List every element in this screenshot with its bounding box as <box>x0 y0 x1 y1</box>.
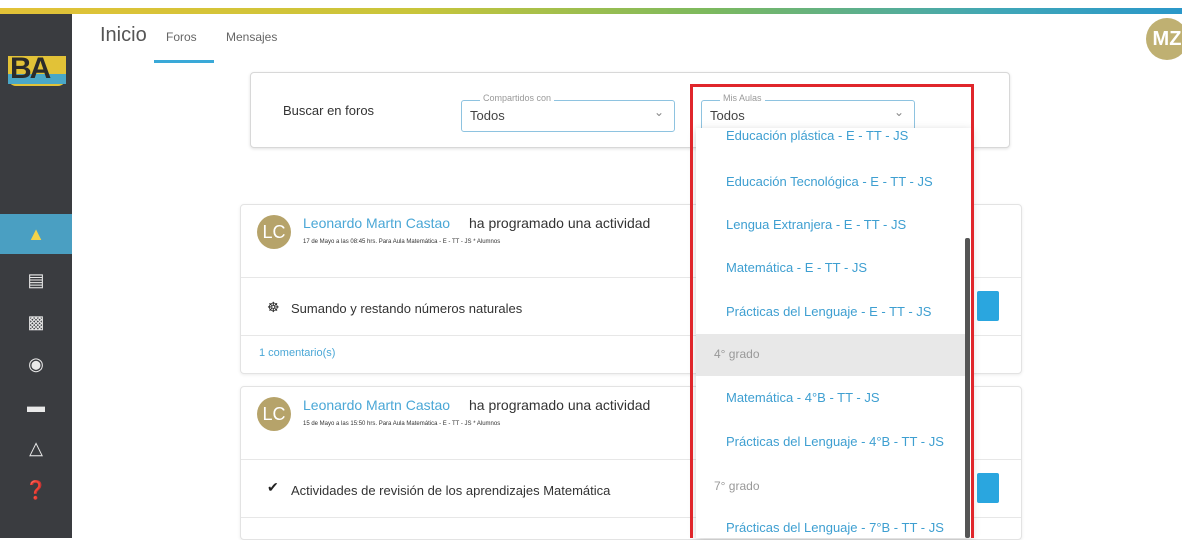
author-name-link[interactable]: Leonardo Martn Castao <box>303 397 450 413</box>
active-tab-indicator <box>154 60 214 63</box>
author-name-link[interactable]: Leonardo Martn Castao <box>303 215 450 231</box>
sidebar-item-users[interactable]: △ <box>0 428 72 468</box>
notebook-icon: ▩ <box>27 311 45 332</box>
activity-title[interactable]: Sumando y restando números naturales <box>291 301 522 316</box>
post-meta: 15 de Mayo a las 15:50 hrs. Para Aula Ma… <box>303 421 501 427</box>
sidebar-item-storage[interactable]: ◉ <box>0 344 72 384</box>
activity-icon: ☸ <box>267 299 280 315</box>
view-activity-button[interactable] <box>977 473 999 503</box>
help-icon: ❓ <box>24 479 48 500</box>
sidebar-item-computer[interactable]: ▬ <box>0 386 72 426</box>
page-title[interactable]: Inicio <box>100 24 147 47</box>
sidebar: BA ▲ ▤ ▩ ◉ ▬ △ ❓ <box>0 14 72 538</box>
logo-text: BA <box>10 52 51 85</box>
shared-with-legend: Compartidos con <box>480 93 555 103</box>
chevron-down-icon: ⌄ <box>653 105 664 119</box>
calendar-icon: ▤ <box>27 269 45 290</box>
home-icon: ▲ <box>27 223 45 244</box>
tab-foros[interactable]: Foros <box>166 30 197 44</box>
comments-link[interactable]: 1 comentario(s) <box>259 347 335 359</box>
search-label: Buscar en foros <box>283 103 375 118</box>
post-meta: 17 de Mayo a las 08:45 hrs. Para Aula Ma… <box>303 239 501 245</box>
tab-mensajes[interactable]: Mensajes <box>226 30 277 44</box>
view-activity-button[interactable] <box>977 291 999 321</box>
users-icon: △ <box>29 437 43 458</box>
author-avatar: LC <box>257 397 291 431</box>
check-circle-icon: ✔ <box>267 479 279 495</box>
sidebar-item-calendar[interactable]: ▤ <box>0 260 72 300</box>
post-action: ha programado una actividad <box>469 215 651 231</box>
shared-with-value: Todos <box>470 108 505 123</box>
highlight-frame <box>690 84 974 538</box>
activity-title[interactable]: Actividades de revisión de los aprendiza… <box>291 483 610 498</box>
sidebar-item-home[interactable]: ▲ <box>0 214 72 254</box>
sidebar-item-help[interactable]: ❓ <box>0 470 72 510</box>
author-avatar: LC <box>257 215 291 249</box>
user-avatar[interactable]: MZ <box>1146 18 1182 60</box>
computer-icon: ▬ <box>27 395 45 416</box>
sidebar-item-notebook[interactable]: ▩ <box>0 302 72 342</box>
storage-icon: ◉ <box>28 353 44 374</box>
top-accent-bar <box>0 8 1182 14</box>
shared-with-select[interactable]: Compartidos con Todos ⌄ <box>461 93 675 132</box>
post-action: ha programado una actividad <box>469 397 651 413</box>
app-logo[interactable]: BA <box>0 34 72 90</box>
